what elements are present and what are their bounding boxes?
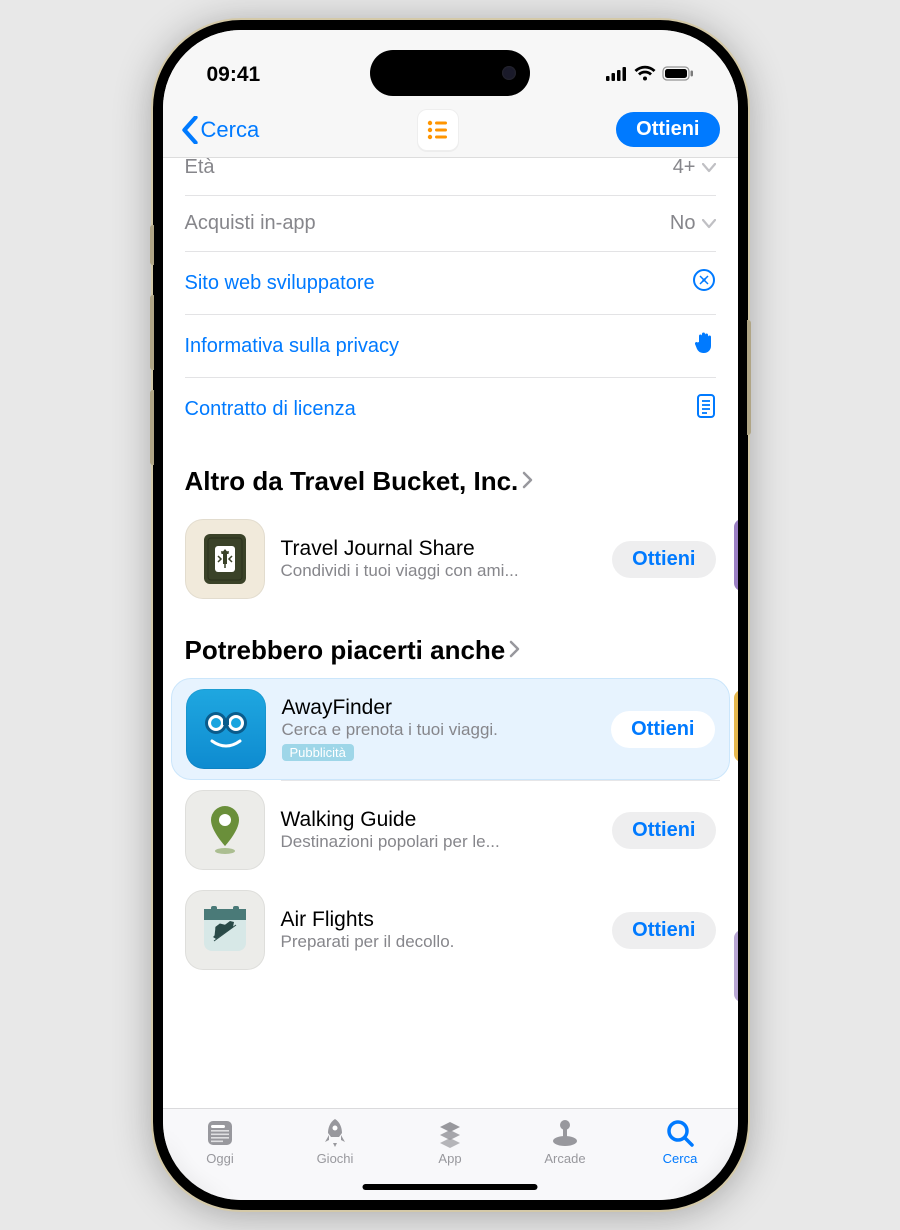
phone-frame: 09:41 Cerca — [153, 20, 748, 1210]
tab-label: Oggi — [206, 1151, 233, 1166]
chevron-left-icon — [181, 116, 199, 144]
tab-label: Giochi — [317, 1151, 354, 1166]
info-row-devsite[interactable]: Sito web sviluppatore — [185, 251, 716, 314]
app-row-walking-guide[interactable]: Walking Guide Destinazioni popolari per … — [171, 780, 730, 880]
nav-app-icon[interactable] — [417, 109, 459, 151]
info-row-age[interactable]: Età 4+ — [185, 158, 716, 195]
app-row-awayfinder[interactable]: AwayFinder Cerca e prenota i tuoi viaggi… — [171, 678, 730, 780]
get-button-top[interactable]: Ottieni — [616, 112, 719, 147]
tab-label: Cerca — [663, 1151, 698, 1166]
list-icon — [425, 117, 451, 143]
wifi-icon — [634, 63, 656, 87]
hand-icon — [694, 331, 716, 361]
info-row-privacy[interactable]: Informativa sulla privacy — [185, 314, 716, 377]
ad-badge: Pubblicità — [282, 744, 354, 761]
age-value: 4+ — [673, 158, 696, 179]
today-icon — [204, 1117, 236, 1149]
app-icon-flights — [185, 890, 265, 970]
section-you-might-like[interactable]: Potrebbero piacerti anche — [163, 609, 738, 678]
chevron-right-icon — [509, 638, 521, 664]
get-button[interactable]: Ottieni — [611, 711, 714, 748]
dev-site-link: Sito web sviluppatore — [185, 272, 375, 295]
iap-value: No — [670, 212, 696, 235]
tab-label: Arcade — [544, 1151, 585, 1166]
apps-icon — [434, 1117, 466, 1149]
app-row-air-flights[interactable]: Air Flights Preparati per il decollo. Ot… — [171, 880, 730, 980]
chevron-right-icon — [522, 469, 534, 495]
app-icon-journal — [185, 519, 265, 599]
content-scroll[interactable]: Età 4+ Acquisti in-app No Sito web svilu… — [163, 158, 738, 1108]
app-sub: Cerca e prenota i tuoi viaggi. — [282, 720, 552, 740]
back-label: Cerca — [201, 117, 260, 143]
dynamic-island — [370, 50, 530, 96]
get-button[interactable]: Ottieni — [612, 912, 715, 949]
section-more-from-label: Altro da Travel Bucket, Inc. — [185, 466, 519, 497]
rocket-icon — [319, 1117, 351, 1149]
info-row-license[interactable]: Contratto di licenza — [185, 377, 716, 440]
back-button[interactable]: Cerca — [181, 116, 260, 144]
app-sub: Condividi i tuoi viaggi con ami... — [281, 561, 551, 581]
safari-icon — [692, 268, 716, 298]
search-icon — [664, 1117, 696, 1149]
chevron-down-icon — [702, 163, 716, 173]
home-indicator[interactable] — [363, 1184, 538, 1190]
document-icon — [696, 394, 716, 424]
app-name: AwayFinder — [282, 696, 596, 720]
app-name: Walking Guide — [281, 808, 597, 832]
status-time: 09:41 — [207, 63, 261, 87]
battery-icon — [662, 63, 694, 87]
tab-today[interactable]: Oggi — [175, 1117, 265, 1200]
section-ymal-label: Potrebbero piacerti anche — [185, 635, 506, 666]
section-more-from[interactable]: Altro da Travel Bucket, Inc. — [163, 440, 738, 509]
privacy-link: Informativa sulla privacy — [185, 335, 400, 358]
license-link: Contratto di licenza — [185, 398, 356, 421]
get-button[interactable]: Ottieni — [612, 812, 715, 849]
chevron-down-icon — [702, 219, 716, 229]
tab-search[interactable]: Cerca — [635, 1117, 725, 1200]
app-name: Air Flights — [281, 908, 597, 932]
iap-label: Acquisti in-app — [185, 212, 316, 235]
app-sub: Destinazioni popolari per le... — [281, 832, 551, 852]
tab-label: App — [438, 1151, 461, 1166]
app-icon-walking — [185, 790, 265, 870]
cellular-icon — [606, 63, 628, 87]
nav-bar: Cerca Ottieni — [163, 102, 738, 158]
app-row-travel-journal[interactable]: Travel Journal Share Condividi i tuoi vi… — [171, 509, 730, 609]
get-button[interactable]: Ottieni — [612, 541, 715, 578]
info-row-iap[interactable]: Acquisti in-app No — [185, 195, 716, 251]
arcade-icon — [549, 1117, 581, 1149]
app-name: Travel Journal Share — [281, 537, 597, 561]
age-label: Età — [185, 158, 215, 179]
app-sub: Preparati per il decollo. — [281, 932, 551, 952]
app-icon-awayfinder — [186, 689, 266, 769]
